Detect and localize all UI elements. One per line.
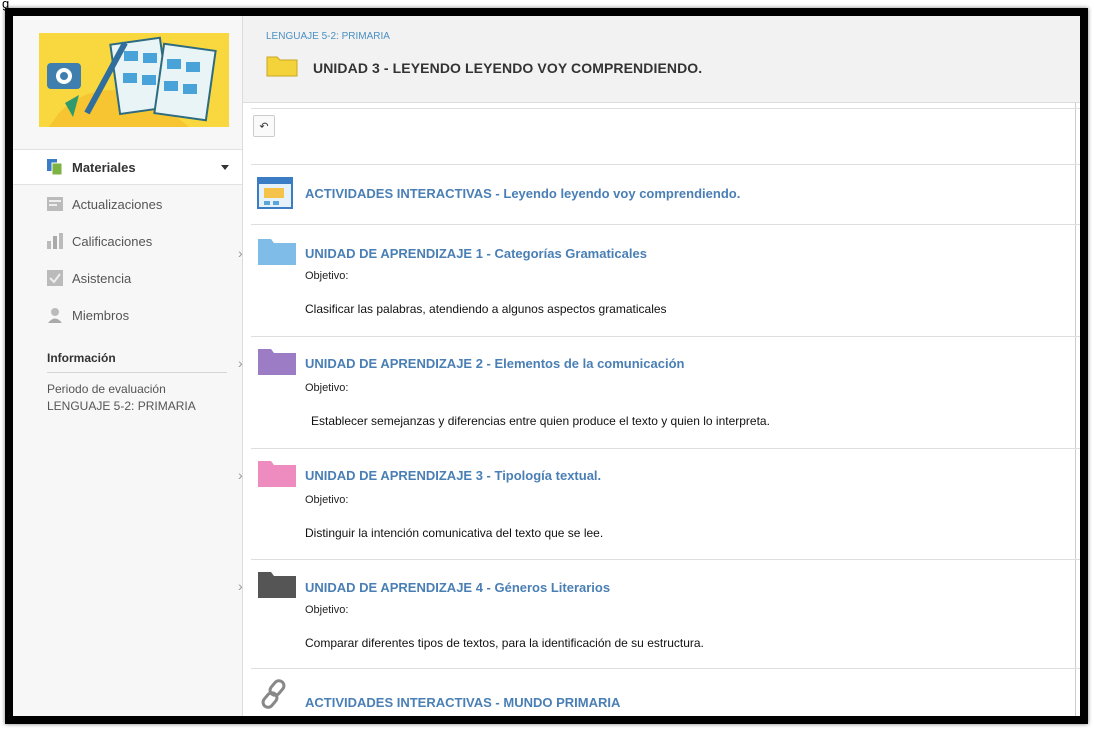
sidebar-item-asistencia[interactable]: Asistencia: [13, 260, 242, 296]
chevron-right-icon[interactable]: ›: [238, 467, 243, 483]
list-item-title[interactable]: UNIDAD DE APRENDIZAJE 2 - Elementos de l…: [305, 356, 684, 371]
page-header: LENGUAJE 5-2: PRIMARIA UNIDAD 3 - LEYEND…: [243, 16, 1080, 103]
list-item-title[interactable]: UNIDAD DE APRENDIZAJE 4 - Géneros Litera…: [305, 580, 610, 595]
breadcrumb[interactable]: LENGUAJE 5-2: PRIMARIA: [266, 31, 390, 42]
members-icon: [46, 306, 64, 324]
sidebar-item-label: Miembros: [72, 307, 130, 323]
interactive-page-icon: [257, 177, 297, 216]
folder-icon: [266, 53, 298, 82]
sidebar-item-label: Calificaciones: [72, 233, 153, 249]
sidebar: Materiales Actualizaciones Calificacione…: [13, 16, 243, 716]
sidebar-item-label: Actualizaciones: [72, 196, 163, 212]
objective-label: Objetivo:: [305, 604, 349, 616]
sidebar-item-calificaciones[interactable]: Calificaciones: [13, 223, 242, 259]
list-item-title[interactable]: ACTIVIDADES INTERACTIVAS - Leyendo leyen…: [305, 186, 740, 201]
grades-icon: [46, 232, 64, 250]
list-item-title[interactable]: UNIDAD DE APRENDIZAJE 1 - Categorías Gra…: [305, 246, 647, 261]
divider: [251, 559, 1080, 560]
divider: [251, 448, 1080, 449]
objective-label: Objetivo:: [305, 382, 349, 394]
objective-text: Establecer semejanzas y diferencias entr…: [311, 414, 770, 428]
folder-icon: [257, 236, 297, 271]
materials-icon: [46, 158, 64, 176]
sidebar-item-label: Materiales: [72, 159, 136, 175]
divider: [251, 108, 1080, 109]
chevron-right-icon[interactable]: ›: [238, 578, 243, 594]
divider: [251, 164, 1080, 165]
attendance-icon: [46, 269, 64, 287]
list-item-title[interactable]: UNIDAD DE APRENDIZAJE 3 - Tipología text…: [305, 468, 601, 483]
back-button[interactable]: ↶: [253, 115, 275, 137]
folder-icon: [257, 569, 297, 604]
sidebar-item-miembros[interactable]: Miembros: [13, 297, 242, 333]
objective-label: Objetivo:: [305, 494, 349, 506]
divider: [251, 224, 1080, 225]
sidebar-item-actualizaciones[interactable]: Actualizaciones: [13, 186, 242, 222]
sidebar-item-materiales[interactable]: Materiales: [13, 149, 242, 185]
link-icon: [260, 678, 290, 717]
chevron-right-icon[interactable]: ›: [238, 245, 243, 261]
course-logo: [39, 33, 229, 127]
divider: [47, 372, 227, 373]
page-title: UNIDAD 3 - LEYENDO LEYENDO VOY COMPRENDI…: [313, 60, 703, 76]
divider: [251, 668, 1080, 669]
objective-text: Clasificar las palabras, atendiendo a al…: [305, 302, 667, 316]
folder-icon: [257, 346, 297, 381]
objective-text: Comparar diferentes tipos de textos, par…: [305, 636, 704, 650]
divider: [251, 336, 1080, 337]
chevron-down-icon[interactable]: [221, 165, 229, 170]
sidebar-item-label: Asistencia: [72, 270, 132, 286]
back-icon: ↶: [259, 120, 269, 133]
updates-icon: [46, 195, 64, 213]
period-label: Periodo de evaluación: [47, 382, 166, 396]
right-border: [1075, 16, 1076, 716]
folder-icon: [257, 458, 297, 493]
info-heading: Información: [47, 351, 116, 365]
objective-text: Distinguir la intención comunicativa del…: [305, 526, 604, 540]
objective-label: Objetivo:: [305, 270, 349, 282]
period-value: LENGUAJE 5-2: PRIMARIA: [47, 399, 196, 413]
list-item-title[interactable]: ACTIVIDADES INTERACTIVAS - MUNDO PRIMARI…: [305, 695, 620, 710]
chevron-right-icon[interactable]: ›: [238, 355, 243, 371]
